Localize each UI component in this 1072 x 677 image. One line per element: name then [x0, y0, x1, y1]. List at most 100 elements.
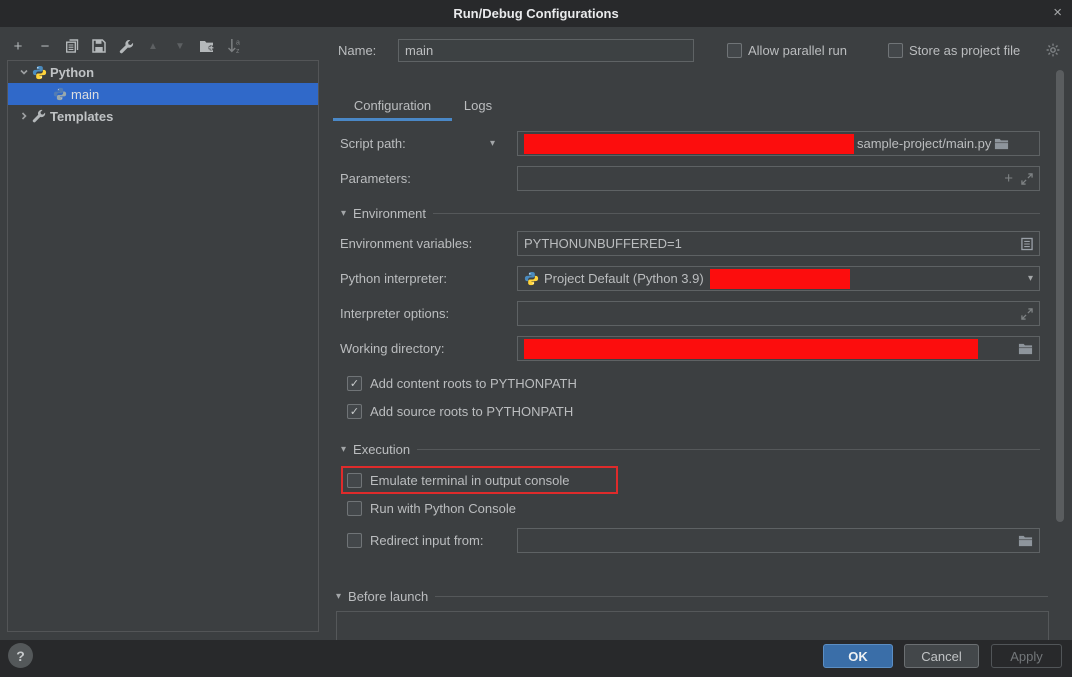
chevron-down-icon[interactable]: [19, 67, 29, 77]
folder-icon[interactable]: [1018, 342, 1033, 355]
svg-text:a: a: [236, 40, 240, 47]
sort-configurations-button[interactable]: az: [226, 37, 242, 55]
redacted-directory: [524, 339, 978, 359]
parameters-label: Parameters:: [340, 171, 411, 186]
redacted-path: [524, 134, 854, 154]
folder-icon[interactable]: [1018, 534, 1033, 547]
edit-templates-button[interactable]: [118, 37, 134, 55]
add-content-roots-checkbox[interactable]: ✓: [347, 376, 362, 391]
remove-configuration-button[interactable]: −: [37, 37, 53, 55]
run-python-console-label: Run with Python Console: [370, 501, 516, 516]
caret-down-icon[interactable]: ▾: [490, 138, 495, 149]
apply-button[interactable]: Apply: [991, 644, 1062, 668]
section-divider: [417, 449, 1040, 450]
save-configuration-button[interactable]: [91, 37, 107, 55]
chevron-right-icon[interactable]: [19, 111, 29, 121]
svg-text:z: z: [236, 48, 240, 54]
add-content-roots-row[interactable]: ✓ Add content roots to PYTHONPATH: [347, 376, 577, 391]
redirect-input-field[interactable]: [517, 528, 1040, 553]
section-divider: [433, 213, 1040, 214]
ok-button[interactable]: OK: [823, 644, 893, 668]
before-launch-task-list[interactable]: [336, 611, 1049, 640]
run-python-console-checkbox[interactable]: [347, 501, 362, 516]
caret-down-icon: ▾: [336, 591, 341, 602]
add-source-roots-row[interactable]: ✓ Add source roots to PYTHONPATH: [347, 404, 573, 419]
name-label: Name:: [338, 43, 376, 58]
expand-icon[interactable]: [1021, 173, 1033, 185]
cancel-button-label: Cancel: [921, 649, 961, 664]
list-icon[interactable]: [1021, 237, 1033, 251]
minus-icon: −: [41, 38, 50, 55]
close-icon[interactable]: ×: [1053, 4, 1062, 22]
add-source-roots-label: Add source roots to PYTHONPATH: [370, 404, 573, 419]
dialog-titlebar: Run/Debug Configurations ×: [0, 0, 1072, 27]
section-label: Execution: [353, 442, 410, 457]
help-button[interactable]: ?: [8, 643, 33, 668]
tree-item-label: main: [71, 87, 99, 102]
allow-parallel-run-label: Allow parallel run: [748, 43, 847, 58]
name-input[interactable]: [398, 39, 694, 62]
gear-icon[interactable]: [1046, 43, 1060, 60]
configurations-tree-panel: Python main Templates: [7, 60, 319, 632]
expand-icon[interactable]: [1021, 308, 1033, 320]
section-divider: [435, 596, 1048, 597]
redirect-input-checkbox[interactable]: [347, 533, 362, 548]
triangle-up-icon: ▲: [148, 41, 158, 52]
redirect-input-row[interactable]: Redirect input from:: [347, 533, 483, 548]
apply-button-label: Apply: [1010, 649, 1043, 664]
tab-configuration[interactable]: Configuration: [333, 92, 452, 121]
emulate-terminal-checkbox[interactable]: [347, 473, 362, 488]
interpreter-options-label: Interpreter options:: [340, 306, 449, 321]
folder-icon[interactable]: [994, 137, 1009, 150]
wrench-icon: [31, 108, 47, 124]
script-path-label: Script path:: [340, 136, 406, 151]
store-as-project-file-label: Store as project file: [909, 43, 1020, 58]
copy-icon: [65, 39, 79, 53]
caret-down-icon: ▾: [341, 444, 346, 455]
cancel-button[interactable]: Cancel: [904, 644, 979, 668]
python-interpreter-combobox[interactable]: Project Default (Python 3.9) ▾: [517, 266, 1040, 291]
wrench-icon: [119, 39, 134, 54]
copy-configuration-button[interactable]: [64, 37, 80, 55]
caret-down-icon[interactable]: ▾: [1028, 273, 1033, 284]
script-path-value: sample-project/main.py: [857, 136, 991, 151]
section-label: Before launch: [348, 589, 428, 604]
section-before-launch[interactable]: ▾ Before launch: [336, 589, 1048, 604]
tree-item-python[interactable]: Python: [8, 61, 318, 83]
tree-item-templates[interactable]: Templates: [8, 105, 318, 127]
python-icon: [52, 86, 68, 102]
allow-parallel-run-checkbox[interactable]: [727, 43, 742, 58]
folder-plus-icon: [199, 39, 215, 53]
working-directory-label: Working directory:: [340, 341, 445, 356]
interpreter-options-field[interactable]: [517, 301, 1040, 326]
check-icon: ✓: [350, 405, 359, 418]
environment-variables-field[interactable]: PYTHONUNBUFFERED=1: [517, 231, 1040, 256]
redacted-interpreter-path: [710, 269, 850, 289]
working-directory-field[interactable]: [517, 336, 1040, 361]
move-down-button[interactable]: ▼: [172, 37, 188, 55]
create-folder-button[interactable]: [199, 37, 215, 55]
scrollbar-thumb[interactable]: [1056, 70, 1064, 522]
plus-icon[interactable]: +: [1004, 173, 1013, 185]
tab-label: Configuration: [354, 98, 431, 113]
move-up-button[interactable]: ▲: [145, 37, 161, 55]
store-as-project-file-checkbox[interactable]: [888, 43, 903, 58]
emulate-terminal-row[interactable]: Emulate terminal in output console: [347, 473, 569, 488]
python-icon: [31, 64, 47, 80]
triangle-down-icon: ▼: [175, 41, 185, 52]
section-label: Environment: [353, 206, 426, 221]
configurations-toolbar: + − ▲ ▼ az: [10, 34, 242, 58]
add-configuration-button[interactable]: +: [10, 37, 26, 55]
run-python-console-row[interactable]: Run with Python Console: [347, 501, 516, 516]
section-environment[interactable]: ▾ Environment: [341, 206, 1040, 221]
parameters-field[interactable]: +: [517, 166, 1040, 191]
add-source-roots-checkbox[interactable]: ✓: [347, 404, 362, 419]
emulate-terminal-label: Emulate terminal in output console: [370, 473, 569, 488]
tree-item-main[interactable]: main: [8, 83, 318, 105]
python-interpreter-label: Python interpreter:: [340, 271, 447, 286]
plus-icon: +: [14, 38, 23, 55]
redirect-input-label: Redirect input from:: [370, 533, 483, 548]
section-execution[interactable]: ▾ Execution: [341, 442, 1040, 457]
script-path-field[interactable]: sample-project/main.py: [517, 131, 1040, 156]
tab-logs[interactable]: Logs: [456, 92, 500, 118]
